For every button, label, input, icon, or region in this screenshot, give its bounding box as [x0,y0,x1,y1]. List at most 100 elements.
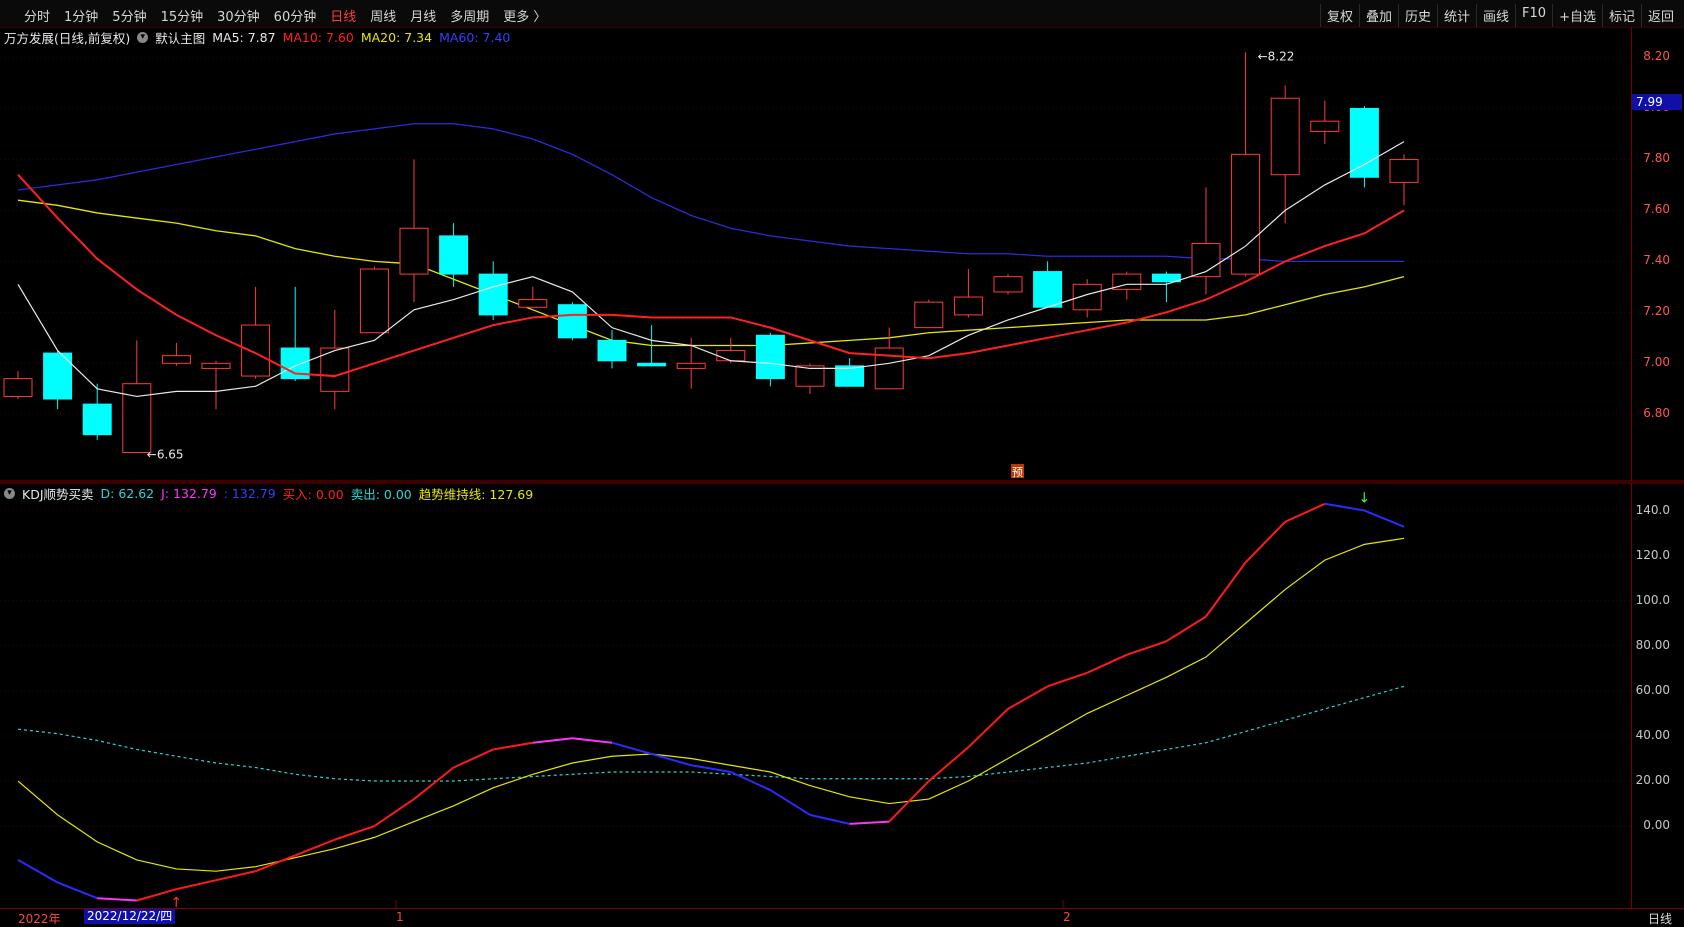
kdj-d-label: D: 62.62 [100,485,155,501]
kdj-k-segment [651,753,692,767]
kdj-tick: 40.00 [1635,727,1670,742]
candle-up [1389,158,1419,183]
candle-down [280,347,310,380]
candle-down [1033,271,1063,308]
period-tab-8[interactable]: 月线 [410,6,436,25]
candle-up [241,324,271,377]
ma5-label: MA5: 7.87 [212,29,276,45]
tool-button-3[interactable]: 统计 [1437,4,1476,27]
kdj-k-segment [334,825,375,841]
kdj-k-segment [1284,502,1326,523]
kdj-legend: ▾ KDJ顺势买卖 D: 62.62 J: 132.79 : 132.79 买入… [0,483,533,503]
kdj-k-segment [57,881,98,900]
chart-area[interactable]: ←8.22←6.65预↑↓ [0,0,1684,924]
candle-down [478,273,508,316]
candle-up [518,299,548,308]
tool-button-4[interactable]: 画线 [1476,4,1515,27]
kdj-k-segment [730,771,771,791]
kdj-k-segment [532,737,573,744]
period-tab-5[interactable]: 60分钟 [274,6,317,25]
candle-up [874,347,904,390]
ma10-line [17,174,1405,378]
kdj-tick: 140.0 [1635,502,1670,517]
candle-up [320,347,350,392]
period-tab-3[interactable]: 15分钟 [161,6,204,25]
candle-up [993,276,1023,293]
kdj-d-line [17,537,1405,872]
price-tick: 7.20 [1643,304,1670,319]
kdj-name[interactable]: KDJ顺势买卖 [22,484,94,503]
sell-arrow-icon: ↓ [1358,491,1370,507]
price-tick: 7.00 [1643,355,1670,370]
current-price-tag: 7.99 [1632,94,1682,110]
kdj-k-segment [928,746,970,782]
tool-button-8[interactable]: 返回 [1640,4,1680,27]
kdj-k-segment [136,888,177,902]
kdj-k-segment [809,813,850,825]
candle-up [914,301,944,329]
stock-name[interactable]: 万方发展(日线,前复权) [4,28,130,47]
pre-marker-label: 预 [1012,466,1023,479]
candle-down [43,352,73,400]
period-indicator[interactable]: 日线 [1648,910,1672,927]
kdj-tick: 120.0 [1635,547,1670,562]
tool-button-5[interactable]: F10 [1515,4,1552,27]
template-name[interactable]: 默认主图 [155,28,205,47]
template-toggle-icon[interactable]: ▾ [137,31,149,43]
main-legend: 万方发展(日线,前复权) ▾ 默认主图 MA5: 7.87 MA10: 7.60… [0,27,510,47]
tool-buttons: 复权 叠加 历史 统计 画线 F10 +自选 标记 返回 [1319,4,1680,27]
kdj-k-segment [1244,521,1286,564]
kdj-k-segment [849,820,890,825]
candle-down [439,235,469,275]
date-year: 2022年 [18,912,61,926]
candle-down [597,339,627,362]
candle-up [201,362,231,369]
price-tick: 8.20 [1643,49,1670,64]
selected-date: 2022/12/22/四 [84,909,176,924]
candle-up [122,383,152,454]
tool-button-2[interactable]: 历史 [1397,4,1437,27]
kdj-k-segment [176,879,217,891]
candle-up [1112,273,1142,290]
tool-button-1[interactable]: 叠加 [1358,4,1398,27]
candle-down [755,334,785,380]
period-tabs: 分时 1分钟 5分钟 15分钟 30分钟 60分钟 日线 周线 月线 多周期 更多 〉 [24,6,546,25]
candle-up [716,350,746,362]
period-tab-0[interactable]: 分时 [24,6,50,25]
kdj-k-segment [413,766,455,800]
tool-button-7[interactable]: 标记 [1601,4,1641,27]
kdj-tick: 60.00 [1635,682,1670,697]
kdj-trend-label: 趋势维持线: 127.69 [418,486,534,502]
period-tab-10[interactable]: 更多 〉 [503,6,546,25]
candle-up [359,268,389,334]
kdj-k-segment [1086,653,1128,674]
candle-down [1151,273,1181,283]
kdj-k-segment [1205,561,1247,618]
period-tab-2[interactable]: 5分钟 [112,6,146,25]
candle-up [1270,97,1300,176]
kdj-trend-line [17,685,1405,782]
kdj-k-segment [691,764,731,773]
candle-up [1072,283,1102,311]
kdj-k-segment [97,897,137,902]
period-tab-6[interactable]: 日线 [330,6,356,25]
candle-up [1191,243,1221,278]
period-tab-4[interactable]: 30分钟 [217,6,260,25]
period-tab-9[interactable]: 多周期 [450,6,489,25]
tool-button-0[interactable]: 复权 [1319,4,1359,27]
period-tab-7[interactable]: 周线 [370,6,396,25]
kdj-k-segment [1007,685,1049,710]
kdj-tick: 100.0 [1635,592,1670,607]
period-tab-1[interactable]: 1分钟 [64,6,98,25]
kdj-buy-label: 买入: 0.00 [282,486,344,502]
kdj-k-segment [611,741,652,755]
candle-down [82,403,112,436]
candle-down [835,365,865,387]
indicator-toggle-icon[interactable]: ▾ [4,487,15,499]
candle-up [795,365,825,387]
kdj-j-label: J: 132.79 [161,485,217,501]
tool-button-6[interactable]: +自选 [1552,4,1602,27]
high-label: ←8.22 [1258,49,1295,63]
price-tick: 7.80 [1643,151,1670,166]
kdj-k-segment [1165,615,1207,643]
